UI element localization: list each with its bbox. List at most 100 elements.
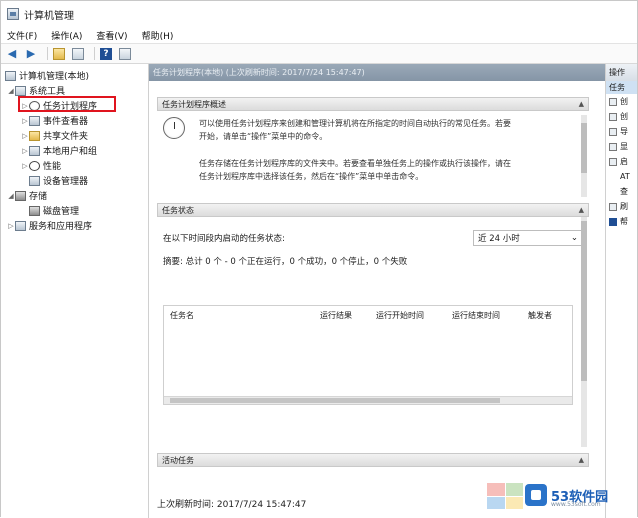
- time-range-dropdown[interactable]: 近 24 小时 ⌄: [473, 230, 583, 246]
- column-run-start[interactable]: 运行开始时间: [370, 310, 446, 321]
- tree-label-device-manager: 设备管理器: [43, 177, 89, 187]
- site-watermark: 53软件园 www.53soft.com: [487, 477, 637, 513]
- chevron-right-icon[interactable]: ▷: [21, 132, 29, 140]
- menu-bar: 文件(F) 操作(A) 查看(V) 帮助(H): [1, 27, 637, 43]
- overview-paragraph-2: 任务存储在任务计划程序库的文件夹中。若要查看单独任务上的操作或执行该操作，请在 …: [199, 157, 559, 183]
- up-folder-icon[interactable]: [52, 47, 66, 61]
- menu-help[interactable]: 帮助(H): [142, 29, 174, 42]
- action-item[interactable]: 刷: [606, 199, 637, 214]
- tree-label-shared-folders: 共享文件夹: [43, 132, 89, 142]
- computer-icon: [5, 70, 16, 81]
- chevron-right-icon[interactable]: ▷: [21, 147, 29, 155]
- windows-logo-icon: [487, 483, 523, 509]
- tree-label-storage: 存储: [29, 192, 48, 202]
- computer-management-window: 计算机管理 文件(F) 操作(A) 查看(V) 帮助(H) ◀ ▶ ? 计算机管…: [0, 0, 638, 518]
- tree-item-services[interactable]: ▷ 服务和应用程序: [1, 218, 148, 233]
- center-pane: 任务计划程序(本地) (上次刷新时间: 2017/7/24 15:47:47) …: [149, 64, 605, 518]
- action-label: 显: [620, 142, 628, 151]
- column-task-name[interactable]: 任务名: [164, 310, 314, 321]
- center-header: 任务计划程序(本地) (上次刷新时间: 2017/7/24 15:47:47): [149, 64, 605, 81]
- shared-folder-icon: [29, 130, 40, 141]
- overview-section-header[interactable]: 任务计划程序概述 ▲: [157, 97, 589, 111]
- column-run-end[interactable]: 运行结束时间: [446, 310, 522, 321]
- chevron-right-icon[interactable]: ▷: [7, 222, 15, 230]
- tree-item-local-users[interactable]: ▷ 本地用户和组: [1, 143, 148, 158]
- tree-item-event-viewer[interactable]: ▷ 事件查看器: [1, 113, 148, 128]
- show-hide-tree-icon[interactable]: [71, 47, 85, 61]
- device-manager-icon: [29, 175, 40, 186]
- action-label: 查: [620, 187, 628, 196]
- action-label: 启: [620, 157, 628, 166]
- tree-item-performance[interactable]: ▷ 性能: [1, 158, 148, 173]
- tree-item-disk-management[interactable]: 磁盘管理: [1, 203, 148, 218]
- help-icon[interactable]: ?: [99, 47, 113, 61]
- toolbar-divider: [47, 47, 48, 60]
- action-label: 创: [620, 97, 628, 106]
- storage-icon: [15, 190, 26, 201]
- active-tasks-section-header[interactable]: 活动任务 ▲: [157, 453, 589, 467]
- active-tasks-title: 活动任务: [162, 455, 194, 465]
- action-item[interactable]: 创: [606, 109, 637, 124]
- tree-label-disk-management: 磁盘管理: [43, 207, 80, 217]
- computer-management-icon: [7, 8, 19, 20]
- status-title: 任务状态: [162, 205, 194, 215]
- event-viewer-icon: [29, 115, 40, 126]
- action-item[interactable]: AT: [606, 169, 637, 184]
- table-horizontal-scrollbar[interactable]: [164, 396, 572, 404]
- status-scroll-thumb[interactable]: [581, 221, 587, 381]
- status-section-header[interactable]: 任务状态 ▲: [157, 203, 589, 217]
- status-section: 在以下时间段内启动的任务状态: 近 24 小时 ⌄ 摘要: 总计 0 个 - 0…: [157, 217, 589, 453]
- tree-item-root[interactable]: 计算机管理(本地): [1, 68, 148, 83]
- column-trigger[interactable]: 触发者: [522, 310, 568, 321]
- tree-item-storage[interactable]: ◢ 存储: [1, 188, 148, 203]
- last-refresh-time: 上次刷新时间: 2017/7/24 15:47:47: [157, 500, 307, 510]
- overview-scrollbar[interactable]: [581, 115, 587, 197]
- tools-icon: [15, 85, 26, 96]
- action-item[interactable]: 查: [606, 184, 637, 199]
- status-summary: 摘要: 总计 0 个 - 0 个正在运行，0 个成功，0 个停止，0 个失败: [163, 257, 408, 267]
- chevron-right-icon[interactable]: ▷: [21, 162, 29, 170]
- overview-section: 可以使用任务计划程序来创建和管理计算机将在所指定的时间自动执行的常见任务。若要 …: [157, 111, 589, 203]
- disk-icon: [29, 205, 40, 216]
- scheduler-summary-area: 任务计划程序概述 ▲ 可以使用任务计划程序来创建和管理计算机将在所指定的时间自动…: [157, 97, 589, 497]
- menu-action[interactable]: 操作(A): [51, 29, 82, 42]
- services-icon: [15, 220, 26, 231]
- tree-item-shared-folders[interactable]: ▷ 共享文件夹: [1, 128, 148, 143]
- action-label: 创: [620, 112, 628, 121]
- tree-item-device-manager[interactable]: 设备管理器: [1, 173, 148, 188]
- overview-scroll-thumb[interactable]: [581, 123, 587, 173]
- navigation-tree: 计算机管理(本地) ◢ 系统工具 ▷ 任务计划程序 ▷ 事件查看器 ▷ 共享文件…: [1, 64, 149, 518]
- chevron-down-icon: ⌄: [570, 233, 578, 243]
- collapse-up-icon[interactable]: ▲: [579, 100, 584, 108]
- chevron-down-icon[interactable]: ◢: [7, 192, 15, 200]
- action-pane-icon[interactable]: [118, 47, 132, 61]
- table-scroll-thumb[interactable]: [170, 398, 500, 403]
- actions-subheader[interactable]: 任务: [606, 81, 637, 94]
- action-item[interactable]: 导: [606, 124, 637, 139]
- status-scrollbar[interactable]: [581, 217, 587, 447]
- title-bar: 计算机管理: [1, 1, 637, 27]
- action-label: 导: [620, 127, 628, 136]
- overview-line: 任务计划程序库中选择该任务，然后在“操作”菜单中单击命令。: [199, 172, 424, 181]
- action-item[interactable]: 显: [606, 139, 637, 154]
- back-arrow-icon[interactable]: ◀: [5, 47, 19, 61]
- create-task-icon: [609, 112, 617, 121]
- overview-title: 任务计划程序概述: [162, 99, 226, 109]
- task-status-table: 任务名 运行结果 运行开始时间 运行结束时间 触发者: [163, 305, 573, 405]
- enable-history-icon: [609, 157, 617, 166]
- column-run-result[interactable]: 运行结果: [314, 310, 370, 321]
- chevron-down-icon[interactable]: ◢: [7, 87, 15, 95]
- forward-arrow-icon[interactable]: ▶: [24, 47, 38, 61]
- tree-label-services: 服务和应用程序: [29, 222, 93, 232]
- menu-view[interactable]: 查看(V): [96, 29, 127, 42]
- menu-file[interactable]: 文件(F): [7, 29, 37, 42]
- action-item[interactable]: 启: [606, 154, 637, 169]
- action-item[interactable]: 创: [606, 94, 637, 109]
- tree-item-task-scheduler[interactable]: ▷ 任务计划程序: [1, 96, 148, 113]
- chevron-right-icon[interactable]: ▷: [21, 117, 29, 125]
- collapse-up-icon[interactable]: ▲: [579, 456, 584, 464]
- overview-line: 开始，请单击“操作”菜单中的命令。: [199, 132, 328, 141]
- collapse-up-icon[interactable]: ▲: [579, 206, 584, 214]
- action-item[interactable]: 帮: [606, 214, 637, 229]
- performance-icon: [29, 160, 40, 171]
